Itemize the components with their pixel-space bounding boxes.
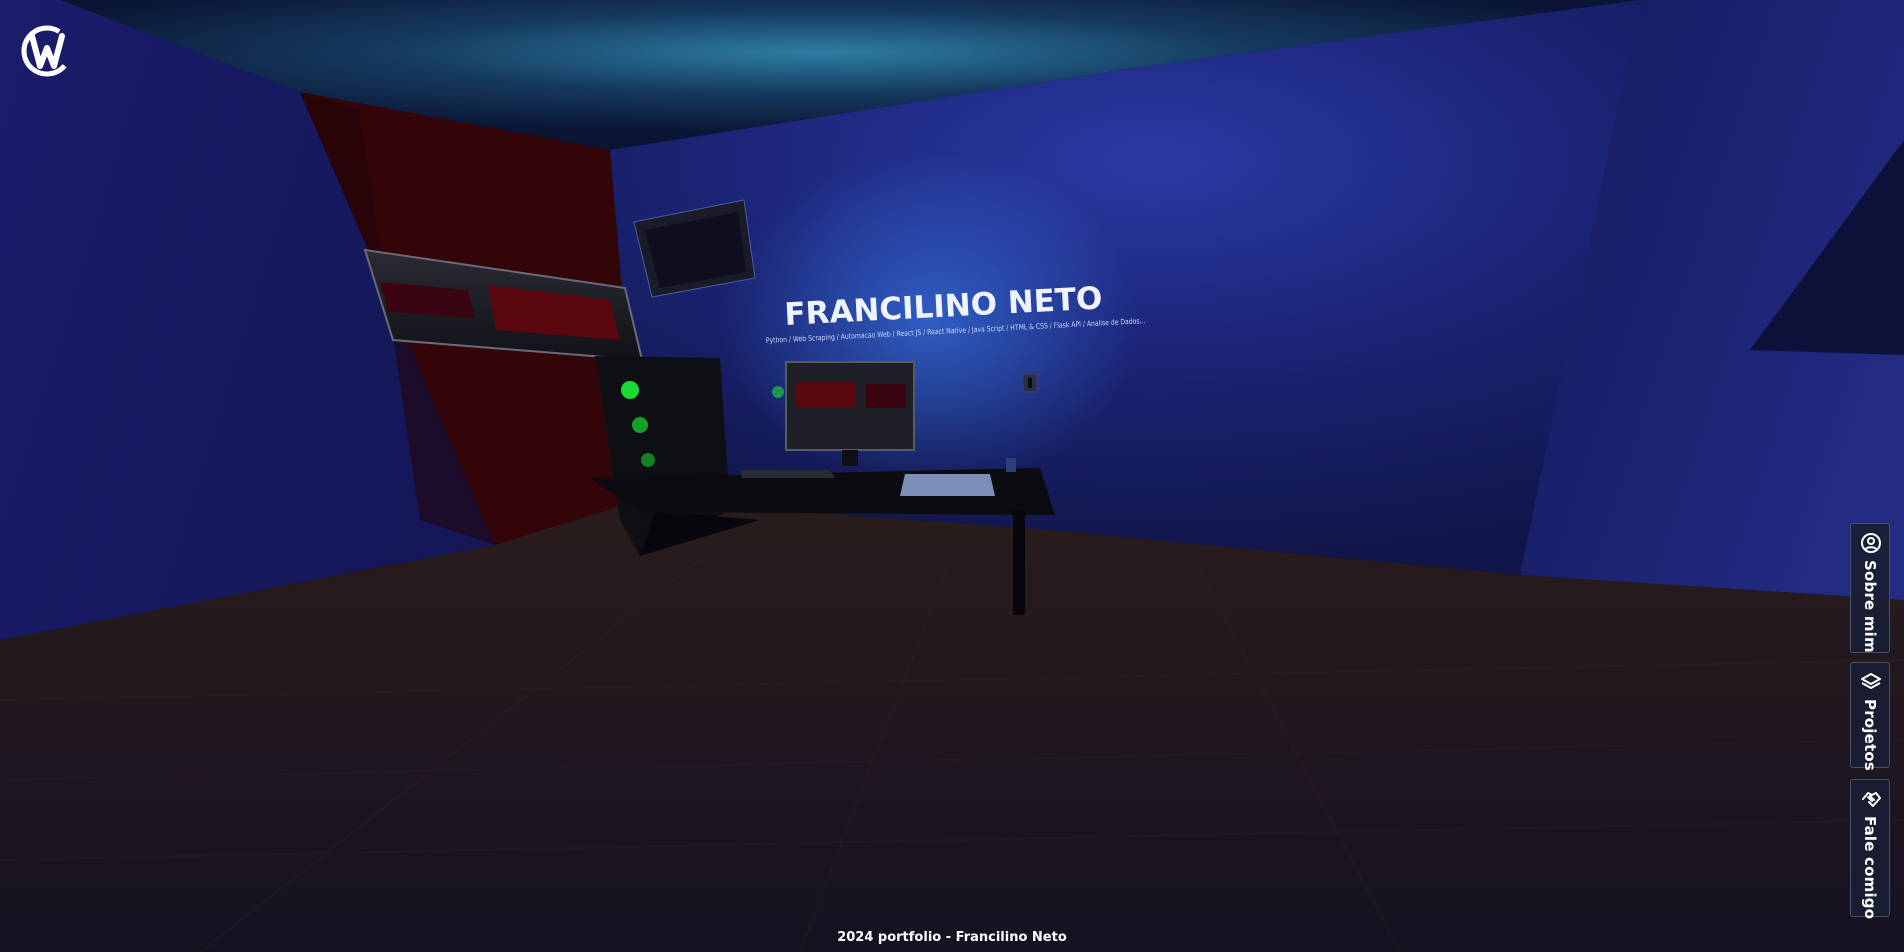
room-scene: FRANCILINO NETO Python / Web Scraping / … bbox=[0, 0, 1904, 952]
nav-label-fale-comigo: Fale comigo bbox=[1861, 816, 1879, 920]
notebook bbox=[900, 474, 995, 496]
pc-fan-light bbox=[621, 381, 639, 399]
nav-sobre-mim-button[interactable]: Sobre mim bbox=[1850, 523, 1890, 653]
nav-label-sobre-mim: Sobre mim bbox=[1861, 560, 1879, 653]
footer-credit: 2024 portfolio - Francilino Neto bbox=[837, 930, 1067, 945]
keyboard bbox=[740, 470, 835, 478]
handshake-icon bbox=[1862, 792, 1881, 807]
logo-icon[interactable] bbox=[18, 22, 76, 78]
layers-icon bbox=[1861, 673, 1881, 689]
nav-fale-comigo-button[interactable]: Fale comigo bbox=[1850, 779, 1890, 920]
user-circle-icon bbox=[1861, 533, 1881, 553]
mug bbox=[1006, 458, 1016, 472]
nav-projetos-button[interactable]: Projetos bbox=[1850, 662, 1890, 772]
nav-label-projetos: Projetos bbox=[1861, 699, 1879, 772]
